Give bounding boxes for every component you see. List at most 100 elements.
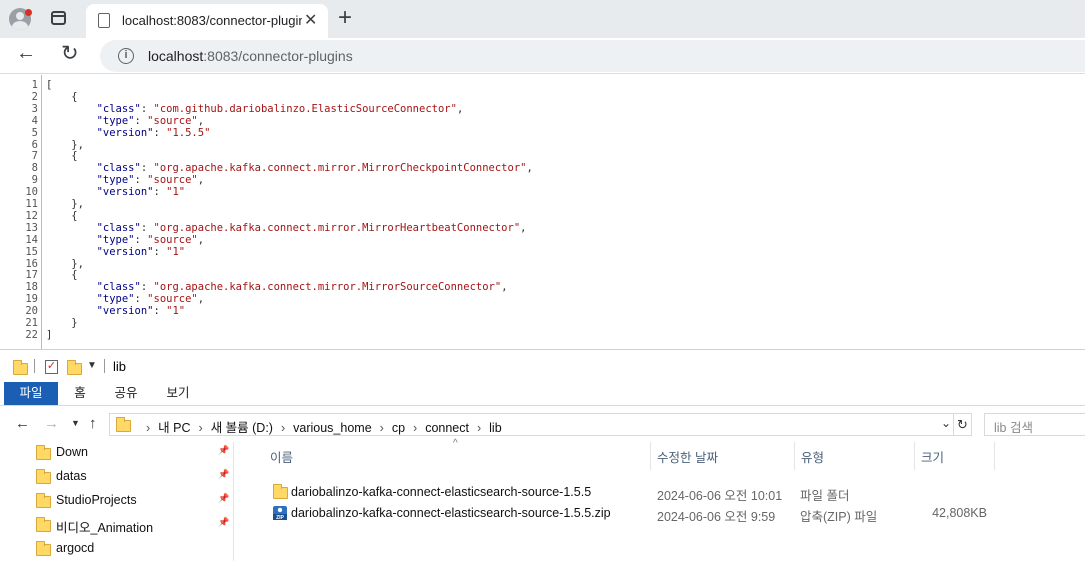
breadcrumb-separator-icon[interactable]: › [281,421,285,435]
line-number: 14 [25,233,38,246]
nav-item[interactable]: 비디오_Animation 📌 [36,514,234,536]
breadcrumb-separator-icon[interactable]: › [146,421,150,435]
ribbon-tab-share[interactable]: 공유 [108,382,144,405]
svg-text:ZIP: ZIP [276,515,284,521]
line-number: 17 [25,269,38,282]
column-divider[interactable] [914,442,915,470]
pin-icon[interactable]: 📌 [218,445,229,456]
site-info-icon[interactable]: i [118,48,134,64]
code-text: { [71,269,78,282]
code-text: "type": "source", [96,114,205,127]
customize-toolbar-icon[interactable]: ▼ [87,360,97,371]
new-tab-icon[interactable]: + [338,4,352,32]
breadcrumb-item[interactable]: lib [489,421,502,435]
back-arrow-icon[interactable]: ← [15,415,30,432]
code-text: "type": "source", [96,293,205,306]
folder-icon [273,484,288,499]
breadcrumb-item[interactable]: various_home [293,421,372,435]
recent-locations-icon[interactable]: ▼ [71,418,80,428]
ribbon-tabs: 파일 홈 공유 보기 [0,382,1085,406]
line-number: 22 [25,328,38,341]
code-text: "version": "1.5.5" [96,126,211,139]
file-name: dariobalinzo-kafka-connect-elasticsearch… [291,485,592,499]
line-number: 8 [31,162,38,175]
close-tab-icon[interactable]: ✕ [304,10,317,30]
line-number: 3 [31,102,38,115]
tab-title: localhost:8083/connector-plugins [122,13,302,28]
column-header-size[interactable]: 크기 [921,446,944,474]
tab-actions-icon[interactable] [51,11,66,25]
reload-icon[interactable]: ↻ [61,41,79,66]
browser-tab[interactable]: localhost:8083/connector-plugins ✕ [86,4,328,38]
quick-access-toolbar: ✓ ▼ lib [0,350,1085,382]
line-number-gutter [41,75,42,349]
nav-item[interactable]: Down 📌 [36,442,234,464]
json-viewer: 1 [2 {3 "class": "com.github.dariobalinzo… [0,75,1085,349]
line-number: 4 [31,114,38,127]
code-text: }, [71,138,84,151]
properties-icon[interactable]: ✓ [45,360,58,374]
url-host: localhost [148,48,204,64]
column-divider[interactable] [994,442,995,470]
file-row[interactable]: dariobalinzo-kafka-connect-elasticsearch… [270,482,1010,503]
path-field[interactable]: › 내 PC › 새 볼륨 (D:) › various_home › cp › connect ›… [109,413,954,436]
breadcrumb-item[interactable]: 내 PC [158,421,190,435]
line-number: 12 [25,209,38,222]
line-number: 10 [25,186,38,199]
line-number: 13 [25,221,38,234]
code-text: "version": "1" [96,186,186,199]
file-row[interactable]: ZIP dariobalinzo-kafka-connect-elasticsea… [270,503,1010,524]
new-folder-icon[interactable] [67,360,82,375]
breadcrumb-item[interactable]: connect [425,421,469,435]
column-header-date[interactable]: 수정한 날짜 [657,446,718,474]
pin-icon[interactable]: 📌 [218,469,229,480]
line-number: 21 [25,317,38,329]
file-explorer-window: ✓ ▼ lib 파일 홈 공유 보기 ← → ▼ ↑ › 내 PC › 새 볼륨 (D… [0,349,1085,561]
code-text: } [71,317,78,329]
pin-icon[interactable]: 📌 [218,517,229,528]
code-text: ] [46,328,53,341]
column-header-type[interactable]: 유형 [801,446,824,474]
back-arrow-icon[interactable]: ← [16,42,36,65]
chevron-down-icon[interactable]: ⌄ [941,416,951,430]
nav-item[interactable]: argocd [36,538,234,560]
page-icon [98,13,110,28]
url-text[interactable]: localhost:8083/connector-plugins [148,48,353,64]
line-number: 5 [31,126,38,139]
forward-arrow-icon[interactable]: → [44,415,59,432]
refresh-icon[interactable]: ↻ [954,413,972,436]
code-text: "class": "org.apache.kafka.connect.mirro… [96,281,508,294]
file-type: 압축(ZIP) 파일 [800,510,878,524]
breadcrumb-item[interactable]: 새 볼륨 (D:) [211,421,273,435]
file-type: 파일 폴더 [800,489,850,503]
ribbon-tab-view[interactable]: 보기 [160,382,196,405]
column-divider[interactable] [794,442,795,470]
line-number: 9 [31,174,38,187]
nav-item[interactable]: StudioProjects 📌 [36,490,234,512]
code-text: }, [71,198,84,210]
line-number: 15 [25,245,38,258]
pin-icon[interactable]: 📌 [218,493,229,504]
column-divider[interactable] [650,442,651,470]
nav-item[interactable]: datas 📌 [36,466,234,488]
code-text: "version": "1" [96,305,186,318]
address-bar[interactable]: i localhost:8083/connector-plugins [100,40,1085,72]
folder-icon[interactable] [13,360,28,375]
search-input[interactable]: lib 검색 [984,413,1085,436]
zip-file-icon: ZIP [273,506,287,521]
breadcrumb-separator-icon[interactable]: › [477,421,481,435]
ribbon-tab-home[interactable]: 홈 [66,382,94,405]
up-arrow-icon[interactable]: ↑ [89,415,97,432]
column-header-name[interactable]: 이름 [270,446,293,474]
line-number: 2 [31,90,38,103]
code-text: { [71,90,78,103]
breadcrumb-separator-icon[interactable]: › [413,421,417,435]
line-number: 7 [31,150,38,163]
code-text: { [71,209,78,222]
file-name: dariobalinzo-kafka-connect-elasticsearch… [291,506,611,520]
ribbon-tab-file[interactable]: 파일 [4,382,58,405]
breadcrumb-separator-icon[interactable]: › [380,421,384,435]
breadcrumb-item[interactable]: cp [392,421,405,435]
breadcrumb-separator-icon[interactable]: › [199,421,203,435]
line-number: 1 [31,79,38,91]
